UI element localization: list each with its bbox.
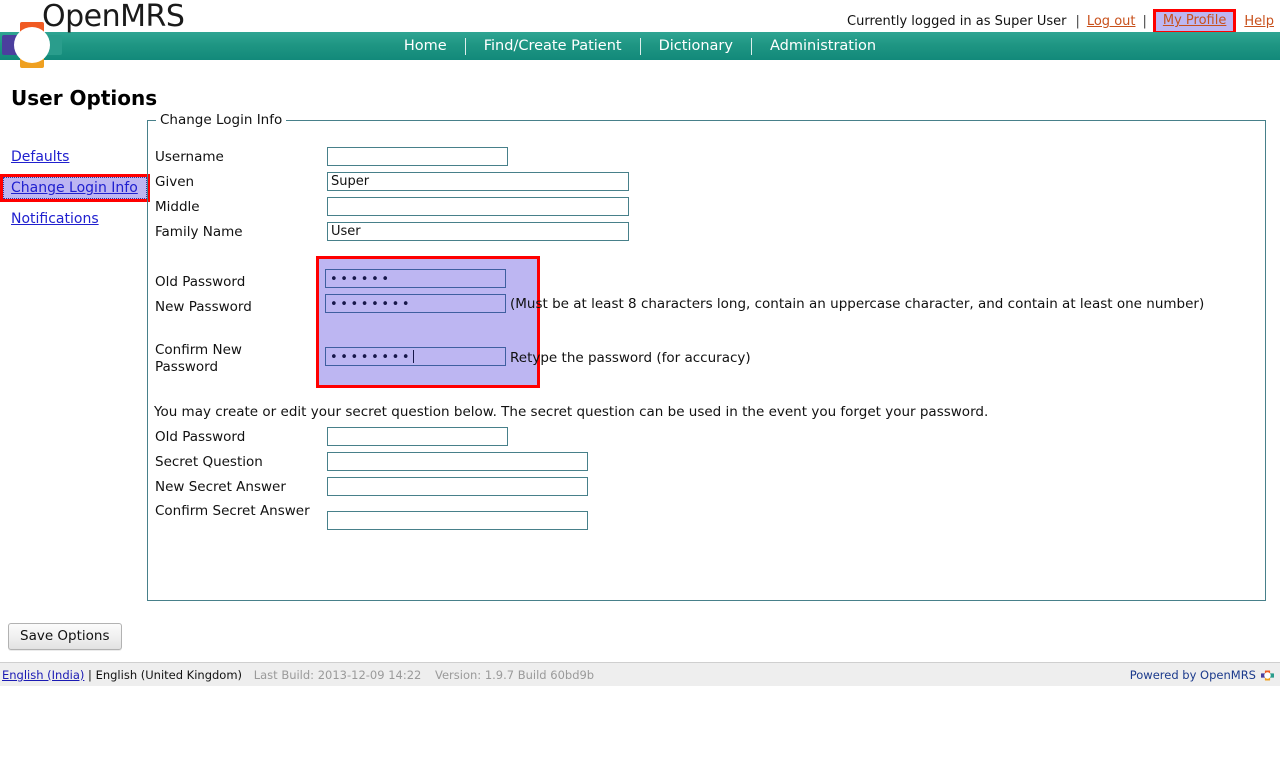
nav-item-dictionary[interactable]: Dictionary — [641, 32, 751, 60]
text-caret — [413, 350, 415, 363]
old-password-masked-value: •••••• — [330, 272, 392, 287]
middle-name-input[interactable] — [327, 197, 629, 216]
row-confirm-new-password: Confirm New Password — [155, 340, 305, 376]
brand-logo[interactable]: OpenMRS — [0, 0, 200, 68]
sidebar-item-notifications[interactable]: Notifications — [0, 205, 150, 233]
nav-item-home[interactable]: Home — [386, 32, 465, 60]
row-confirm-secret-answer: Confirm Secret Answer — [155, 501, 588, 530]
label-secret-old-password: Old Password — [155, 429, 246, 445]
new-password-hint: (Must be at least 8 characters long, con… — [510, 296, 1205, 312]
row-username: Username — [155, 147, 508, 166]
family-name-input[interactable] — [327, 222, 629, 241]
locale-label-english-uk: English (United Kingdom) — [95, 668, 243, 682]
user-status-bar: Currently logged in as Super User | Log … — [847, 9, 1274, 34]
nav-divider — [639, 37, 641, 55]
label-new-password: New Password — [155, 299, 252, 315]
footer-whitespace — [0, 686, 1280, 776]
sidebar-item-defaults[interactable]: Defaults — [0, 143, 150, 171]
userbar-separator-2: | — [1142, 14, 1147, 29]
footer-build-info: Last Build: 2013-12-09 14:22 Version: 1.… — [254, 668, 594, 682]
confirm-password-hint: Retype the password (for accuracy) — [510, 350, 751, 366]
my-profile-highlight-box: My Profile — [1152, 9, 1237, 34]
given-name-input[interactable] — [327, 172, 629, 191]
nav-divider — [750, 37, 752, 55]
brand-wordmark: OpenMRS — [42, 0, 185, 34]
page-title: User Options — [11, 86, 158, 110]
locale-link-english-india[interactable]: English (India) — [2, 668, 84, 682]
help-link[interactable]: Help — [1244, 14, 1274, 29]
new-password-input[interactable]: •••••••• — [325, 294, 506, 313]
my-profile-link[interactable]: My Profile — [1163, 13, 1226, 28]
powered-by-label: Powered by OpenMRS — [1129, 668, 1256, 682]
label-family-name: Family Name — [155, 224, 243, 240]
label-secret-question: Secret Question — [155, 454, 263, 470]
row-middle: Middle — [155, 197, 629, 216]
secret-old-password-input[interactable] — [327, 427, 508, 446]
confirm-secret-answer-input[interactable] — [327, 511, 588, 530]
label-username: Username — [155, 149, 224, 165]
last-build-text: Last Build: 2013-12-09 14:22 — [253, 668, 422, 682]
user-options-sidebar: Defaults Change Login Info Notifications — [0, 143, 150, 233]
save-options-button[interactable]: Save Options — [8, 623, 122, 650]
logged-in-label: Currently logged in as Super User — [847, 14, 1067, 29]
row-given: Given — [155, 172, 629, 191]
row-new-secret-answer: New Secret Answer — [155, 477, 588, 496]
footer-locale-separator: | — [88, 668, 92, 682]
confirm-new-password-input[interactable]: •••••••• — [325, 347, 506, 366]
version-text: Version: 1.9.7 Build 60bd9b — [435, 668, 595, 682]
page-footer: English (India) | English (United Kingdo… — [0, 662, 1280, 687]
label-confirm-secret-answer: Confirm Secret Answer — [155, 503, 310, 519]
row-old-password: Old Password — [155, 272, 327, 291]
new-secret-answer-input[interactable] — [327, 477, 588, 496]
secret-question-note: You may create or edit your secret quest… — [154, 404, 989, 420]
label-old-password: Old Password — [155, 274, 246, 290]
openmrs-mini-logo-icon — [1261, 670, 1274, 680]
page-header: OpenMRS Currently logged in as Super Use… — [0, 0, 1280, 68]
row-secret-question: Secret Question — [155, 452, 588, 471]
label-given: Given — [155, 174, 195, 190]
footer-right: Powered by OpenMRS — [1130, 663, 1274, 687]
fieldset-legend: Change Login Info — [156, 112, 287, 128]
old-password-input[interactable]: •••••• — [325, 269, 506, 288]
nav-divider — [464, 37, 466, 55]
row-secret-old-password: Old Password — [155, 427, 508, 446]
nav-item-find-create-patient[interactable]: Find/Create Patient — [466, 32, 640, 60]
sidebar-item-change-login-info[interactable]: Change Login Info — [0, 174, 150, 202]
label-new-secret-answer: New Secret Answer — [155, 479, 286, 495]
userbar-separator-1: | — [1075, 14, 1080, 29]
nav-item-administration[interactable]: Administration — [752, 32, 894, 60]
label-confirm-new-password: Confirm New Password — [155, 342, 242, 375]
new-password-masked-value: •••••••• — [330, 297, 413, 312]
footer-left: English (India) | English (United Kingdo… — [2, 663, 594, 687]
row-new-password: New Password — [155, 297, 327, 316]
confirm-new-password-masked-value: •••••••• — [330, 350, 413, 365]
row-family-name: Family Name — [155, 222, 629, 241]
logout-link[interactable]: Log out — [1087, 14, 1136, 29]
secret-question-input[interactable] — [327, 452, 588, 471]
label-middle: Middle — [155, 199, 200, 215]
username-input[interactable] — [327, 147, 508, 166]
